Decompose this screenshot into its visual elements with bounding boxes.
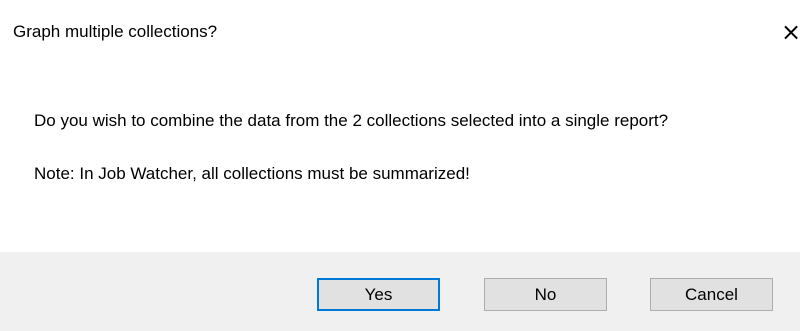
dialog-note: Note: In Job Watcher, all collections mu… — [34, 164, 470, 183]
no-button[interactable]: No — [484, 278, 607, 311]
dialog-content: Do you wish to combine the data from the… — [34, 108, 774, 186]
yes-button[interactable]: Yes — [317, 278, 440, 311]
dialog-message: Do you wish to combine the data from the… — [34, 111, 669, 130]
close-icon[interactable]: × — [781, 18, 800, 46]
dialog-title: Graph multiple collections? — [13, 22, 218, 41]
title-bar: Graph multiple collections? × — [0, 0, 800, 66]
cancel-button[interactable]: Cancel — [650, 278, 773, 311]
message-dialog: Graph multiple collections? × Do you wis… — [0, 0, 800, 331]
